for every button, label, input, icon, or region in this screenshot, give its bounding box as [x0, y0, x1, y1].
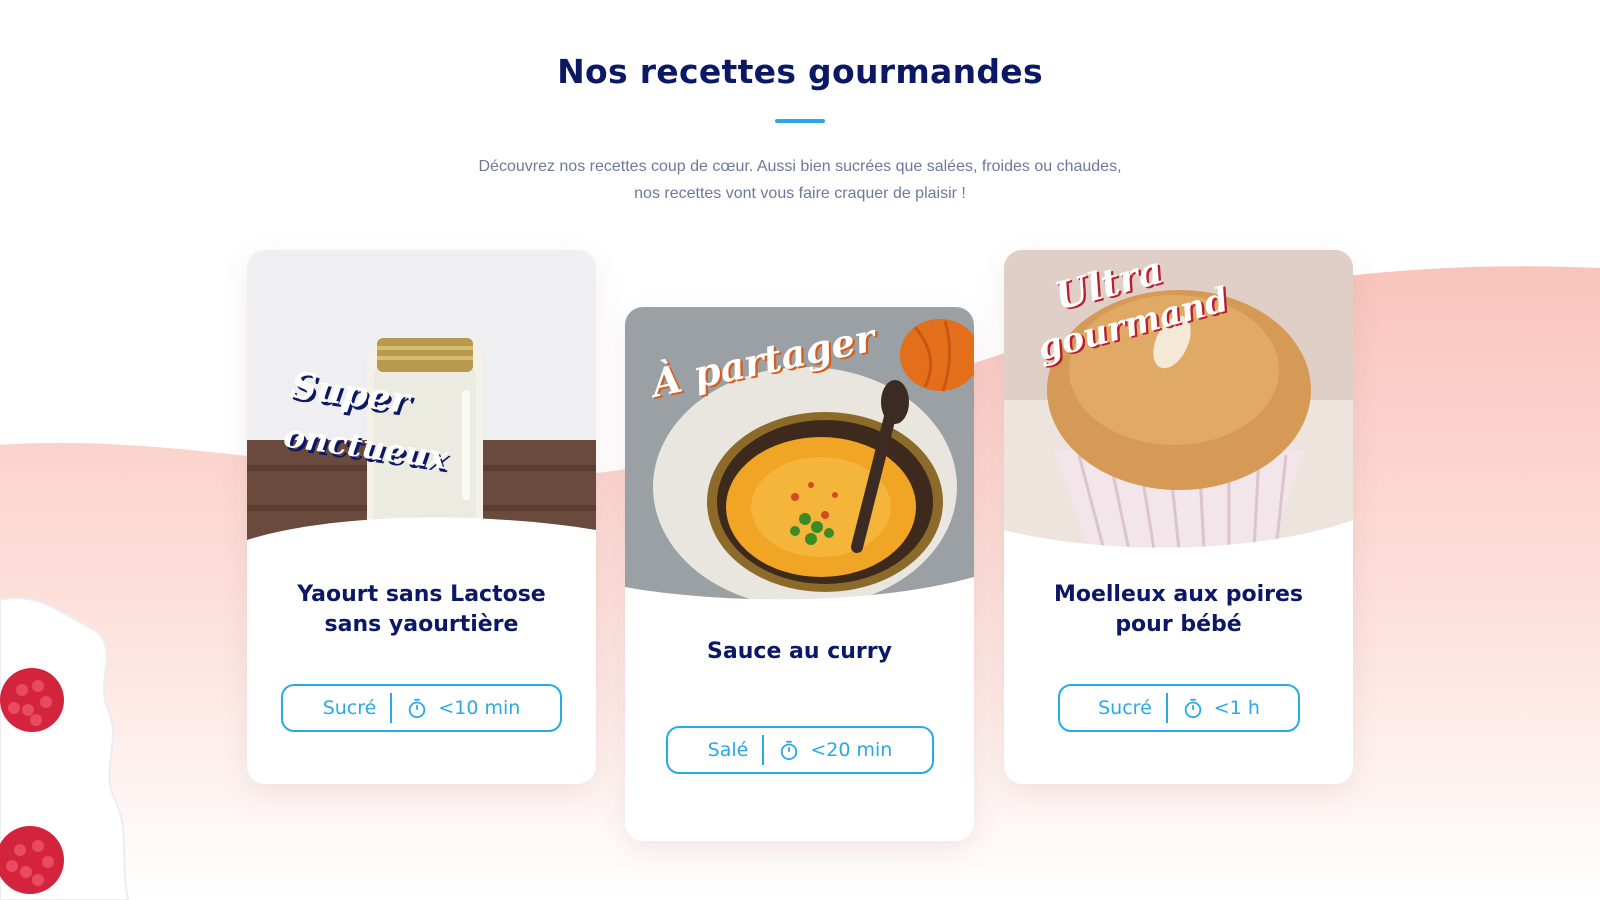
- intro-line-1: Découvrez nos recettes coup de cœur. Aus…: [478, 158, 1122, 175]
- recipe-image[interactable]: Super Super onctueux onctueux: [247, 250, 596, 550]
- stopwatch-icon: [409, 698, 426, 719]
- tag-divider: [390, 693, 393, 723]
- recipe-card[interactable]: Ultra Ultra gourmand gourmand Moelleux a…: [1004, 250, 1353, 784]
- recipe-title[interactable]: Sauce au curry: [645, 637, 954, 667]
- recipe-type: Salé: [707, 739, 749, 761]
- recipe-card[interactable]: Super Super onctueux onctueux Yaourt san…: [247, 250, 596, 784]
- intro-line-2: nos recettes vont vous faire craquer de …: [634, 185, 966, 202]
- recipe-card[interactable]: À partager À partager Sauce au curry Sal…: [625, 307, 974, 841]
- recipe-type: Sucré: [322, 697, 377, 719]
- recipe-type: Sucré: [1098, 697, 1152, 719]
- recipe-title[interactable]: Moelleux aux poires pour bébé: [1024, 580, 1333, 640]
- recipe-image[interactable]: À partager À partager: [625, 307, 974, 607]
- tag-divider: [762, 735, 765, 765]
- recipe-tags: Sucré <1 h: [1058, 684, 1300, 732]
- stopwatch-icon: [1184, 698, 1202, 719]
- section-title: Nos recettes gourmandes: [557, 52, 1043, 91]
- section-intro: Découvrez nos recettes coup de cœur. Aus…: [400, 153, 1200, 207]
- title-divider: [775, 119, 825, 123]
- tag-divider: [1165, 693, 1168, 723]
- curry-bowl-image: [653, 367, 957, 607]
- yogurt-splash-decoration: [0, 597, 130, 900]
- raspberry-icon: [0, 668, 64, 732]
- recipe-time: <10 min: [438, 697, 521, 719]
- stopwatch-icon: [781, 740, 798, 761]
- recipe-tags: Sucré <10 min: [281, 684, 562, 732]
- recipe-title[interactable]: Yaourt sans Lactose sans yaourtière: [267, 580, 576, 640]
- recipe-time: <1 h: [1213, 697, 1260, 719]
- recipe-tags: Salé <20 min: [666, 726, 934, 774]
- recipe-image[interactable]: Ultra Ultra gourmand gourmand: [1004, 250, 1353, 550]
- recipe-time: <20 min: [810, 739, 893, 761]
